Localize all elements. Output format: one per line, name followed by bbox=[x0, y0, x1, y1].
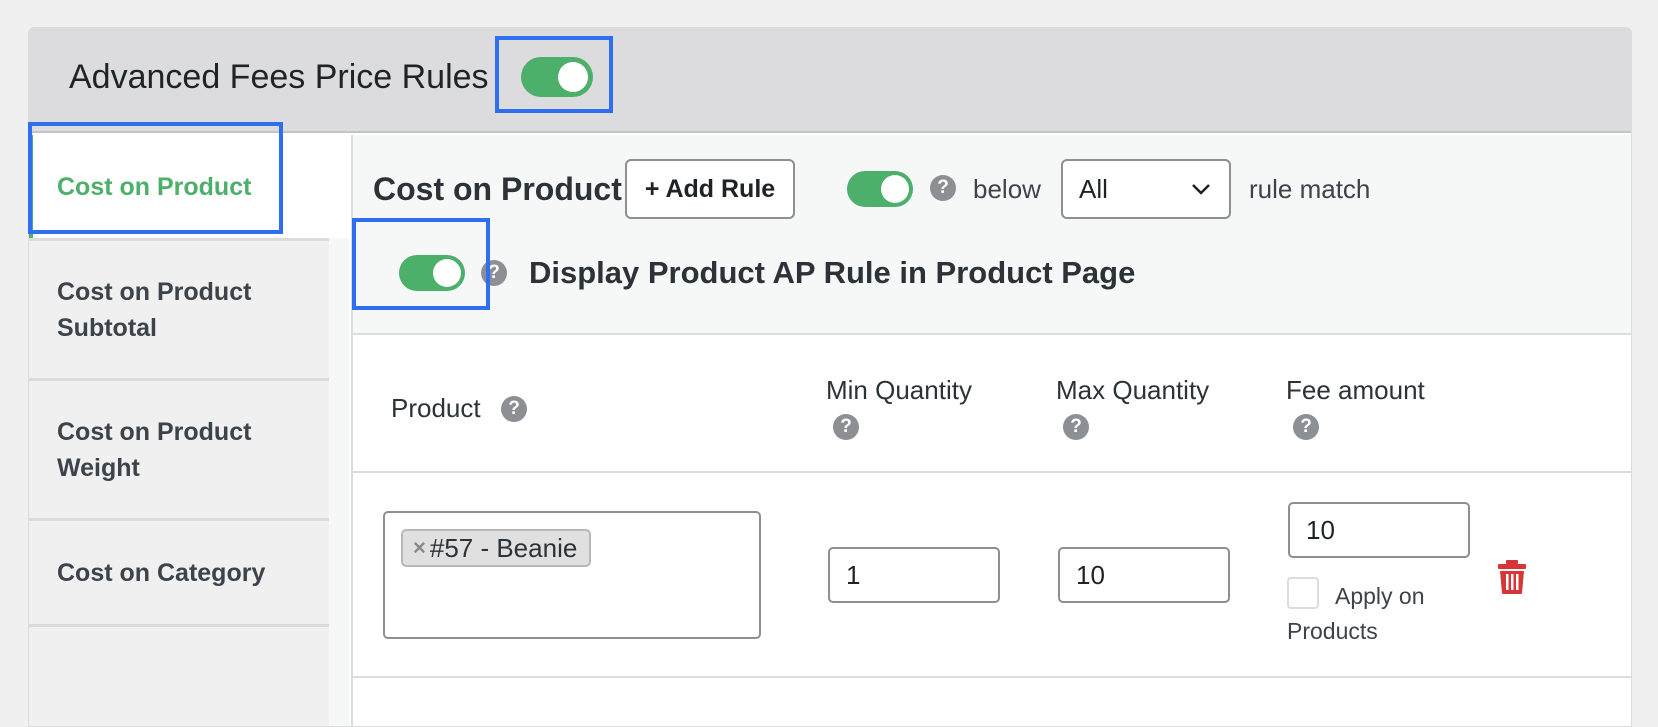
fee-amount-input[interactable]: 10 bbox=[1288, 502, 1470, 558]
help-icon[interactable]: ? bbox=[833, 414, 859, 440]
sidebar-item-more[interactable] bbox=[29, 624, 329, 726]
help-icon[interactable]: ? bbox=[501, 396, 527, 422]
products-label: Products bbox=[1287, 618, 1378, 644]
help-icon[interactable]: ? bbox=[930, 175, 956, 201]
column-fee-amount: Fee amount bbox=[1286, 375, 1425, 405]
apply-on-products-checkbox[interactable] bbox=[1287, 577, 1319, 609]
display-rule-label: Display Product AP Rule in Product Page bbox=[529, 255, 1136, 290]
chevron-down-icon bbox=[1192, 184, 1210, 195]
highlight-box bbox=[495, 36, 613, 113]
rule-settings-bar: Cost on Product + Add Rule ? below All r… bbox=[353, 135, 1631, 335]
main-content: Cost on Product + Add Rule ? below All r… bbox=[351, 135, 1631, 726]
close-icon[interactable]: × bbox=[413, 535, 426, 561]
toggle-knob bbox=[881, 175, 909, 203]
select-value: All bbox=[1079, 173, 1108, 204]
column-min-quantity: Min Quantity bbox=[826, 375, 972, 405]
trash-icon[interactable] bbox=[1496, 559, 1528, 595]
sidebar-item-label: Cost on Category bbox=[57, 558, 266, 587]
column-max-quantity: Max Quantity bbox=[1056, 375, 1210, 405]
product-chip-label: #57 - Beanie bbox=[429, 532, 578, 563]
min-quantity-input[interactable]: 1 bbox=[828, 547, 1000, 603]
apply-on-label: Apply on bbox=[1335, 583, 1425, 609]
help-icon[interactable]: ? bbox=[1293, 414, 1319, 440]
product-chip: × #57 - Beanie bbox=[401, 529, 592, 567]
rule-enable-toggle[interactable] bbox=[847, 171, 913, 207]
sidebar-item-label: Cost on Product Subtotal bbox=[57, 277, 252, 342]
sidebar-item-label: Cost on Product Weight bbox=[57, 417, 252, 482]
highlight-box bbox=[352, 218, 490, 310]
sidebar-item-cost-on-category[interactable]: Cost on Category bbox=[29, 518, 329, 624]
max-quantity-input[interactable]: 10 bbox=[1058, 547, 1230, 603]
add-rule-button[interactable]: + Add Rule bbox=[625, 159, 795, 219]
panel-header: Advanced Fees Price Rules bbox=[29, 28, 1631, 133]
sidebar-item-cost-on-product-weight[interactable]: Cost on Product Weight bbox=[29, 378, 329, 518]
sidebar-item-cost-on-product-subtotal[interactable]: Cost on Product Subtotal bbox=[29, 238, 329, 378]
rule-match-select[interactable]: All bbox=[1061, 159, 1231, 219]
section-title: Cost on Product bbox=[373, 171, 622, 207]
highlight-box bbox=[28, 122, 283, 234]
panel-title: Advanced Fees Price Rules bbox=[69, 58, 489, 96]
below-label: below bbox=[973, 174, 1041, 204]
column-product: Product bbox=[391, 393, 481, 423]
row-divider bbox=[353, 676, 1631, 678]
product-multiselect[interactable]: × #57 - Beanie bbox=[383, 511, 761, 639]
help-icon[interactable]: ? bbox=[1063, 414, 1089, 440]
row-divider bbox=[353, 471, 1631, 473]
rule-match-label: rule match bbox=[1249, 174, 1371, 204]
